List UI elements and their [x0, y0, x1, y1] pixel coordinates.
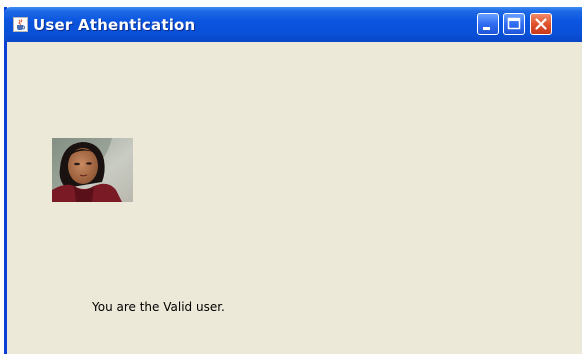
minimize-icon — [483, 27, 490, 30]
maximize-button[interactable] — [503, 13, 525, 35]
close-icon — [535, 18, 547, 30]
window-title: User Athentication — [33, 16, 196, 34]
title-bar[interactable]: User Athentication — [4, 7, 582, 42]
app-window: User Athentication You are the Valid use… — [4, 7, 582, 354]
user-photo — [52, 138, 133, 202]
window-content: You are the Valid user. — [7, 42, 582, 354]
status-message: You are the Valid user. — [92, 300, 225, 314]
close-button[interactable] — [530, 13, 552, 35]
minimize-button[interactable] — [477, 13, 499, 35]
maximize-icon — [507, 17, 521, 30]
java-cup-icon[interactable] — [13, 17, 28, 32]
